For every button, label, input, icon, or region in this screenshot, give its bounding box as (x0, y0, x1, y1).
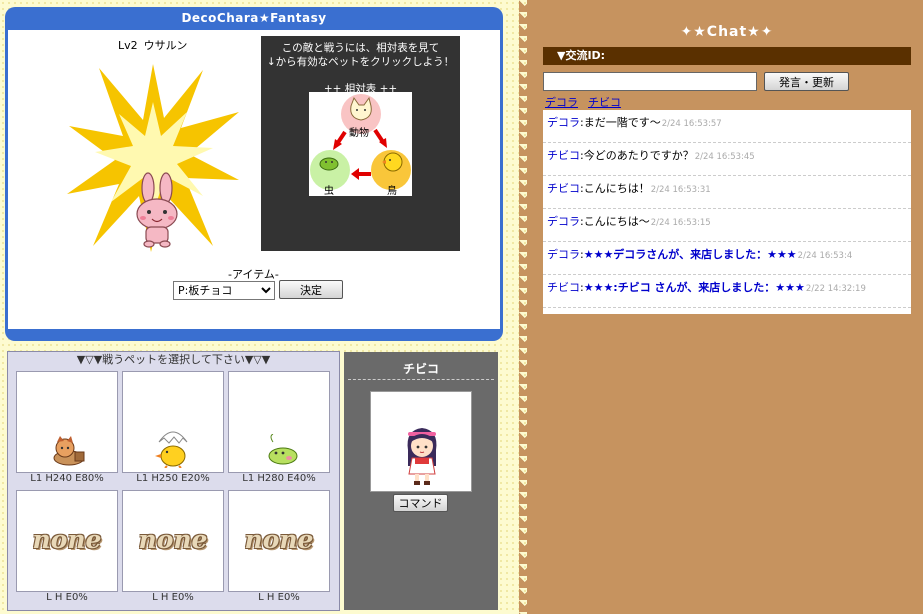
message-user[interactable]: チビコ (547, 182, 580, 195)
item-select[interactable]: P:板チョコ (173, 280, 275, 300)
affinity-chart: 動物 虫 鳥 (309, 92, 412, 197)
command-button[interactable]: コマンド (393, 494, 448, 512)
player-avatar-box (370, 391, 472, 492)
pet-slot: none L H E0% (228, 490, 330, 608)
enemy-info: Lv2 ウサルン (118, 37, 193, 53)
pet-selection-panel: ▼▽▼戦うペットを選択して下さい▼▽▼ L1 H240 E80% L1 H250 (7, 351, 340, 611)
pet-chick-egg-icon (155, 431, 188, 468)
pet-dog-icon (53, 436, 85, 466)
battle-field: Lv2 ウサルン この敵と戦うには、相対表を見て ↓から有効なペットをクリックしよ… (8, 30, 500, 329)
message-time: 2/24 16:53:57 (661, 119, 722, 129)
enemy-name: ウサルン (143, 39, 188, 52)
enemy-level: Lv2 (118, 39, 138, 52)
message-text: こんにちは！ (583, 182, 650, 195)
chat-title: ✦★Chat★✦ (680, 24, 774, 40)
pet-card-empty[interactable]: none (16, 490, 118, 592)
message-text: こんにちは〜 (583, 215, 650, 228)
battle-panel: DecoChara★Fantasy Lv2 ウサルン この敵と戦うには、相対表を見… (5, 7, 503, 341)
pet-card-empty[interactable]: none (122, 490, 224, 592)
none-text: none (244, 525, 314, 554)
user-link[interactable]: チビコ (588, 96, 621, 109)
pet-slot: none L H E0% (122, 490, 224, 608)
player-panel: チビコ コマンド (344, 352, 498, 610)
chart-label-insect: 虫 (324, 186, 334, 197)
send-update-button[interactable]: 発言・更新 (764, 72, 849, 91)
pet-stats: L H E0% (152, 592, 194, 603)
pet-stats: L H E0% (46, 592, 88, 603)
message-text: まだ一階です〜 (583, 116, 661, 129)
pet-card-insect[interactable] (228, 371, 330, 473)
pet-caterpillar-icon (268, 434, 298, 465)
pet-stats: L1 H240 E80% (30, 473, 104, 484)
message-time: 2/24 16:53:45 (694, 152, 755, 162)
message-user[interactable]: チビコ (547, 281, 580, 294)
pet-card-bird[interactable] (122, 371, 224, 473)
player-girl-avatar-icon (407, 428, 437, 485)
chat-log: デコラ:まだ一階です〜2/24 16:53:57 チビコ:今どのあたりですか？2… (543, 110, 911, 314)
pet-slot: L1 H250 E20% (122, 371, 224, 489)
none-text: none (32, 525, 102, 554)
advice-line-1: この敵と戦うには、相対表を見て (281, 42, 440, 54)
pet-slot: L1 H280 E40% (228, 371, 330, 489)
affinity-diagram-icon (310, 94, 411, 190)
message-time: 2/24 16:53:4 (797, 251, 853, 261)
chat-message: デコラ:まだ一階です〜2/24 16:53:57 (543, 110, 911, 143)
decide-button[interactable]: 決定 (279, 280, 343, 299)
message-user[interactable]: デコラ (547, 248, 580, 261)
chat-user-links: デコラ チビコ (545, 94, 631, 110)
chat-message-input[interactable] (543, 72, 757, 91)
chart-label-bird: 鳥 (387, 186, 397, 197)
chat-message: チビコ:こんにちは！2/24 16:53:31 (543, 176, 911, 209)
message-user[interactable]: チビコ (547, 149, 580, 162)
player-name: チビコ (348, 352, 494, 380)
message-time: 2/22 14:32:19 (805, 284, 866, 294)
chat-message: デコラ:★★★デコラさんが、来店しました：★★★2/24 16:53:4 (543, 242, 911, 275)
pet-stats: L1 H280 E40% (242, 473, 316, 484)
advice-box: この敵と戦うには、相対表を見て ↓から有効なペットをクリックしよう！ ++ 相対… (261, 36, 460, 251)
item-row: P:板チョコ 決定 (173, 280, 343, 300)
game-title: DecoChara★Fantasy (181, 11, 327, 25)
pet-card-animal[interactable] (16, 371, 118, 473)
chat-message: デコラ:こんにちは〜2/24 16:53:15 (543, 209, 911, 242)
message-user[interactable]: デコラ (547, 215, 580, 228)
message-user[interactable]: デコラ (547, 116, 580, 129)
message-time: 2/24 16:53:15 (650, 218, 711, 228)
chat-id-bar: ▼交流ID: (543, 47, 911, 65)
chart-label-animal: 動物 (349, 128, 369, 139)
zigzag-divider (519, 0, 531, 614)
pet-selection-title: ▼▽▼戦うペットを選択して下さい▼▽▼ (76, 353, 271, 366)
pet-slot: none L H E0% (16, 490, 118, 608)
pet-stats: L H E0% (258, 592, 300, 603)
message-time: 2/24 16:53:31 (650, 185, 711, 195)
pet-stats: L1 H250 E20% (136, 473, 210, 484)
pet-slot: L1 H240 E80% (16, 371, 118, 489)
enemy-rabbit-icon (136, 172, 178, 248)
user-link[interactable]: デコラ (545, 96, 578, 109)
message-text: ★★★:チビコ さんが、来店しました：★★★ (583, 281, 805, 294)
none-text: none (138, 525, 208, 554)
chat-message: チビコ:今どのあたりですか？2/24 16:53:45 (543, 143, 911, 176)
pet-card-empty[interactable]: none (228, 490, 330, 592)
message-text: 今どのあたりですか？ (583, 149, 694, 162)
chat-message: チビコ:★★★:チビコ さんが、来店しました：★★★2/22 14:32:19 (543, 275, 911, 308)
advice-line-2: ↓から有効なペットをクリックしよう！ (266, 56, 455, 68)
message-text: ★★★デコラさんが、来店しました：★★★ (583, 248, 797, 261)
